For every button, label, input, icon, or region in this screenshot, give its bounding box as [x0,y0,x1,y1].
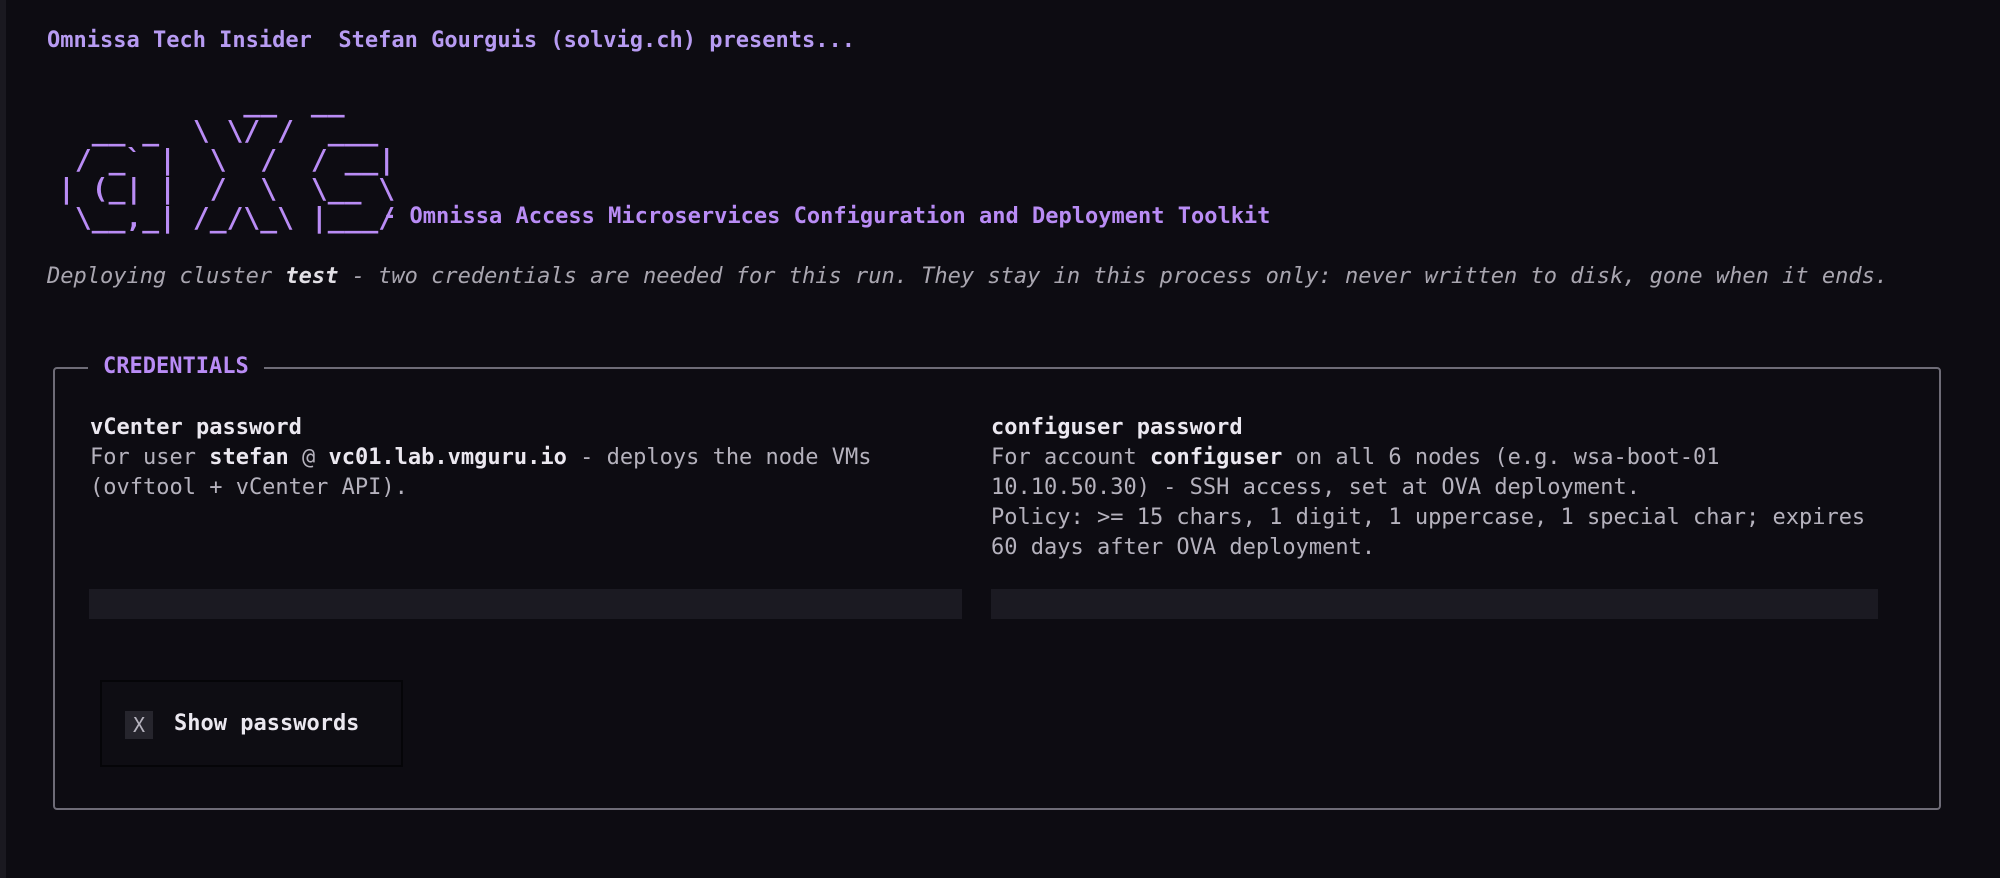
show-passwords-label[interactable]: Show passwords [174,709,359,739]
credentials-legend: CREDENTIALS [88,352,264,382]
vcenter-credential: vCenter password For user stefan @ vc01.… [90,413,970,503]
configuser-desc-prefix: For account [991,445,1150,470]
tagline: - Omnissa Access Microservices Configura… [383,204,1271,229]
configuser-credential: configuser password For account configus… [991,413,1891,563]
vcenter-desc-at: @ [288,445,329,470]
configuser-password-input[interactable] [991,589,1878,619]
intro-cluster-name: test [285,264,339,289]
vcenter-password-title: vCenter password [90,415,302,440]
show-passwords-checkbox[interactable]: X [125,711,153,739]
header-brand: Omnissa Tech Insider [47,28,312,53]
ascii-logo: __ __ __ _ \ \/ / ___ / _` | \ / / __| |… [58,85,396,234]
intro-suffix: - two credentials are needed for this ru… [338,264,1889,289]
configuser-account: configuser [1149,445,1283,470]
configuser-password-title: configuser password [991,415,1243,440]
vcenter-desc-prefix: For user [90,445,210,470]
intro-text: Deploying cluster test - two credentials… [47,262,1947,292]
header-presenter: Stefan Gourguis (solvig.ch) presents... [338,28,855,53]
window-edge [0,0,6,878]
header-line: Omnissa Tech Insider Stefan Gourguis (so… [47,25,855,57]
vcenter-user: stefan [209,445,289,470]
vcenter-password-input[interactable] [89,589,962,619]
vcenter-host: vc01.lab.vmguru.io [328,445,567,470]
intro-prefix: Deploying cluster [47,264,286,289]
configuser-password-description: For account configuser on all 6 nodes (e… [991,443,1891,503]
vcenter-password-description: For user stefan @ vc01.lab.vmguru.io - d… [90,443,970,503]
configuser-password-policy: Policy: >= 15 chars, 1 digit, 1 uppercas… [991,505,1866,560]
